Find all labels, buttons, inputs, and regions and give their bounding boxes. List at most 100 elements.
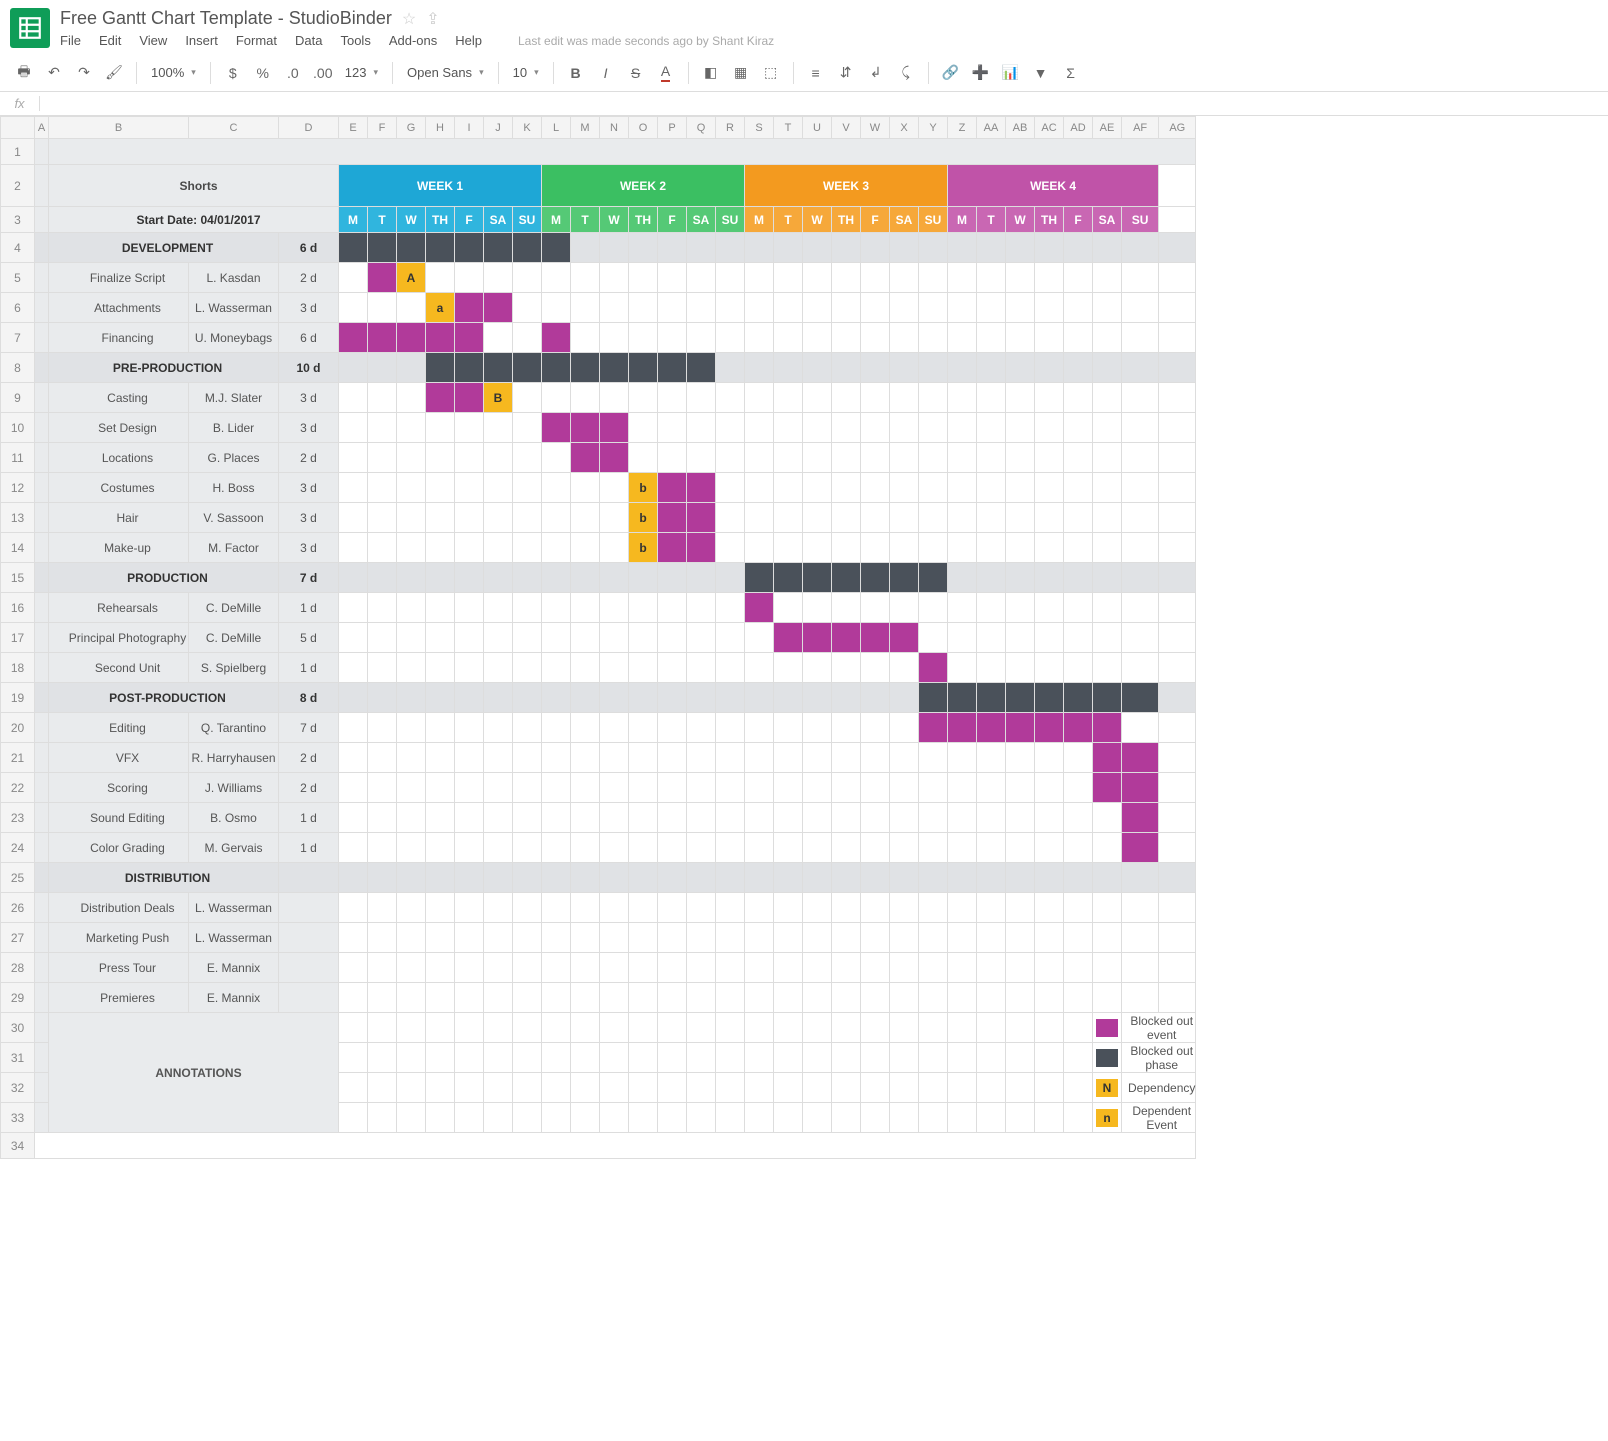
- gantt-cell[interactable]: [484, 803, 513, 833]
- gantt-cell[interactable]: [600, 593, 629, 623]
- gantt-cell[interactable]: [339, 893, 368, 923]
- gantt-cell[interactable]: [600, 473, 629, 503]
- gantt-cell[interactable]: [803, 773, 832, 803]
- gantt-cell[interactable]: [571, 263, 600, 293]
- borders-icon[interactable]: ▦: [727, 59, 755, 87]
- gantt-phase-cell[interactable]: [803, 563, 832, 593]
- gantt-cell[interactable]: [716, 653, 745, 683]
- gantt-cell[interactable]: [1064, 533, 1093, 563]
- gantt-cell[interactable]: [600, 383, 629, 413]
- print-icon[interactable]: 🖶: [10, 59, 38, 87]
- gantt-cell[interactable]: [716, 953, 745, 983]
- gantt-cell[interactable]: [1064, 983, 1093, 1013]
- gantt-cell[interactable]: [426, 533, 455, 563]
- gantt-phase-cell[interactable]: [484, 353, 513, 383]
- gantt-cell[interactable]: [571, 953, 600, 983]
- gantt-cell[interactable]: [513, 623, 542, 653]
- gantt-cell[interactable]: [977, 623, 1006, 653]
- gantt-cell[interactable]: [1064, 953, 1093, 983]
- gantt-cell[interactable]: [832, 533, 861, 563]
- gantt-phase-cell[interactable]: [774, 683, 803, 713]
- gantt-cell[interactable]: [803, 803, 832, 833]
- gantt-cell[interactable]: [716, 293, 745, 323]
- gantt-cell[interactable]: [919, 743, 948, 773]
- gantt-cell[interactable]: [368, 713, 397, 743]
- gantt-cell[interactable]: [658, 923, 687, 953]
- gantt-cell[interactable]: [1006, 293, 1035, 323]
- gantt-cell[interactable]: [513, 773, 542, 803]
- gantt-cell[interactable]: [658, 743, 687, 773]
- gantt-phase-cell[interactable]: [455, 233, 484, 263]
- gantt-cell[interactable]: [1093, 473, 1122, 503]
- gantt-phase-cell[interactable]: [1064, 683, 1093, 713]
- gantt-cell[interactable]: [687, 743, 716, 773]
- gantt-cell[interactable]: [1093, 653, 1122, 683]
- gantt-cell[interactable]: [339, 623, 368, 653]
- col-header-AG[interactable]: AG: [1159, 117, 1196, 139]
- gantt-cell[interactable]: [1093, 263, 1122, 293]
- gantt-phase-cell[interactable]: [919, 683, 948, 713]
- gantt-phase-cell[interactable]: [745, 233, 774, 263]
- gantt-cell[interactable]: [745, 383, 774, 413]
- gantt-cell[interactable]: [600, 773, 629, 803]
- gantt-cell[interactable]: [484, 773, 513, 803]
- gantt-cell[interactable]: [832, 923, 861, 953]
- gantt-cell[interactable]: [774, 383, 803, 413]
- filter-icon[interactable]: ▼: [1027, 59, 1055, 87]
- gantt-cell[interactable]: [1093, 623, 1122, 653]
- gantt-phase-cell[interactable]: [600, 683, 629, 713]
- gantt-cell[interactable]: [455, 893, 484, 923]
- gantt-cell[interactable]: [687, 293, 716, 323]
- gantt-cell[interactable]: [1064, 323, 1093, 353]
- gantt-phase-cell[interactable]: [687, 863, 716, 893]
- gantt-cell[interactable]: [803, 443, 832, 473]
- gantt-cell[interactable]: [832, 833, 861, 863]
- gantt-cell[interactable]: [455, 953, 484, 983]
- gantt-phase-cell[interactable]: [484, 233, 513, 263]
- gantt-cell[interactable]: [513, 953, 542, 983]
- gantt-cell[interactable]: [1093, 413, 1122, 443]
- gantt-phase-cell[interactable]: [687, 683, 716, 713]
- gantt-cell[interactable]: [513, 293, 542, 323]
- gantt-cell[interactable]: [890, 803, 919, 833]
- gantt-cell[interactable]: [629, 743, 658, 773]
- gantt-cell[interactable]: [1122, 923, 1159, 953]
- gantt-cell[interactable]: [542, 323, 571, 353]
- row-header[interactable]: 32: [1, 1073, 35, 1103]
- gantt-cell[interactable]: [600, 413, 629, 443]
- gantt-cell[interactable]: [426, 713, 455, 743]
- gantt-phase-cell[interactable]: [774, 353, 803, 383]
- gantt-phase-cell[interactable]: [1122, 863, 1159, 893]
- gantt-cell[interactable]: [1064, 653, 1093, 683]
- gantt-cell[interactable]: [745, 743, 774, 773]
- gantt-phase-cell[interactable]: [861, 563, 890, 593]
- gantt-cell[interactable]: [745, 443, 774, 473]
- gantt-cell[interactable]: [948, 293, 977, 323]
- gantt-cell[interactable]: [600, 653, 629, 683]
- gantt-phase-cell[interactable]: [339, 863, 368, 893]
- col-header-G[interactable]: G: [397, 117, 426, 139]
- gantt-cell[interactable]: [716, 593, 745, 623]
- gantt-cell[interactable]: [1006, 983, 1035, 1013]
- gantt-cell[interactable]: [977, 323, 1006, 353]
- gantt-cell[interactable]: [1006, 893, 1035, 923]
- gantt-phase-cell[interactable]: [484, 863, 513, 893]
- gantt-phase-cell[interactable]: [1035, 353, 1064, 383]
- gantt-cell[interactable]: [1064, 293, 1093, 323]
- gantt-phase-cell[interactable]: [1064, 863, 1093, 893]
- gantt-cell[interactable]: [1035, 263, 1064, 293]
- col-header-J[interactable]: J: [484, 117, 513, 139]
- gantt-cell[interactable]: [542, 503, 571, 533]
- gantt-cell[interactable]: [832, 413, 861, 443]
- gantt-phase-cell[interactable]: [1093, 863, 1122, 893]
- gantt-cell[interactable]: [977, 953, 1006, 983]
- gantt-cell[interactable]: [861, 263, 890, 293]
- col-header-I[interactable]: I: [455, 117, 484, 139]
- gantt-cell[interactable]: [455, 623, 484, 653]
- gantt-phase-cell[interactable]: [368, 863, 397, 893]
- gantt-phase-cell[interactable]: [861, 353, 890, 383]
- gantt-cell[interactable]: [890, 473, 919, 503]
- gantt-cell[interactable]: [339, 653, 368, 683]
- gantt-cell[interactable]: [1035, 293, 1064, 323]
- wrap-icon[interactable]: ↲: [862, 59, 890, 87]
